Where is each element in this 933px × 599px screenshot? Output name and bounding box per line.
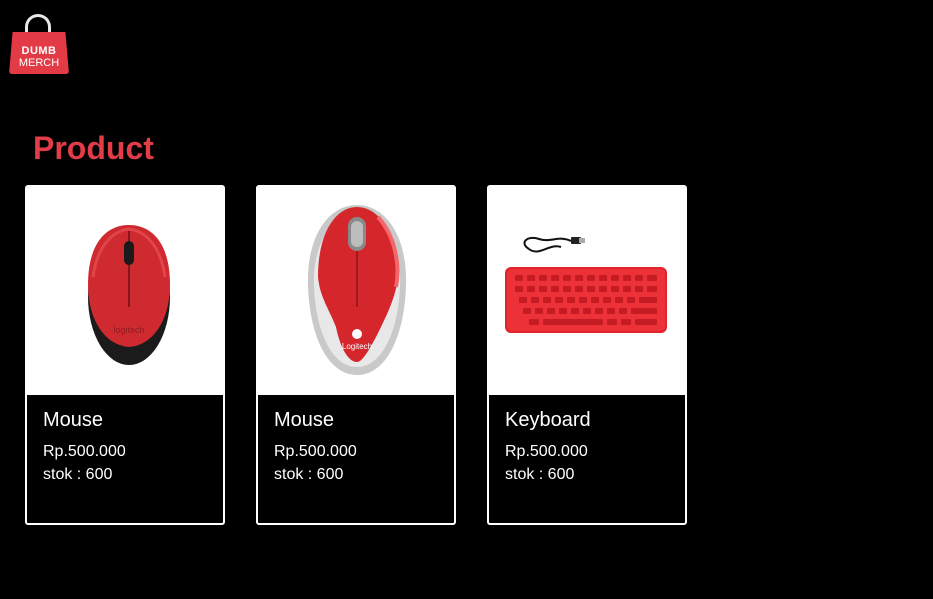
product-name: Keyboard: [505, 409, 591, 431]
product-stock: stok : 600: [274, 466, 344, 483]
product-name: Mouse: [43, 409, 104, 431]
product-card[interactable]: Logitech Mouse Rp.500.000 stok : 600: [256, 185, 456, 525]
product-price: Rp.500.000: [505, 443, 588, 460]
product-price: Rp.500.000: [43, 443, 126, 460]
product-name: Mouse: [274, 409, 335, 431]
product-grid: logitech Mouse Rp.500.000 stok : 600 Log…: [25, 185, 687, 525]
product-card[interactable]: logitech Mouse Rp.500.000 stok : 600: [25, 185, 225, 525]
brand-logo-line1: DUMB: [21, 45, 57, 57]
svg-text:Logitech: Logitech: [342, 342, 372, 351]
product-card[interactable]: Keyboard Rp.500.000 stok : 600: [487, 185, 687, 525]
product-image: Logitech: [258, 187, 454, 395]
mouse-image: logitech: [88, 225, 170, 365]
product-stock: stok : 600: [43, 466, 113, 483]
product-stock: stok : 600: [505, 466, 575, 483]
svg-text:logitech: logitech: [113, 325, 144, 335]
page-title: Product: [33, 130, 154, 166]
brand-logo-line2: MERCH: [18, 57, 60, 69]
mouse-image: Logitech: [307, 205, 407, 375]
brand-logo[interactable]: DUMB MERCH: [9, 14, 71, 76]
product-price: Rp.500.000: [274, 443, 357, 460]
product-image: logitech: [27, 187, 223, 395]
product-image: [489, 187, 685, 395]
keyboard-image: [505, 237, 667, 333]
